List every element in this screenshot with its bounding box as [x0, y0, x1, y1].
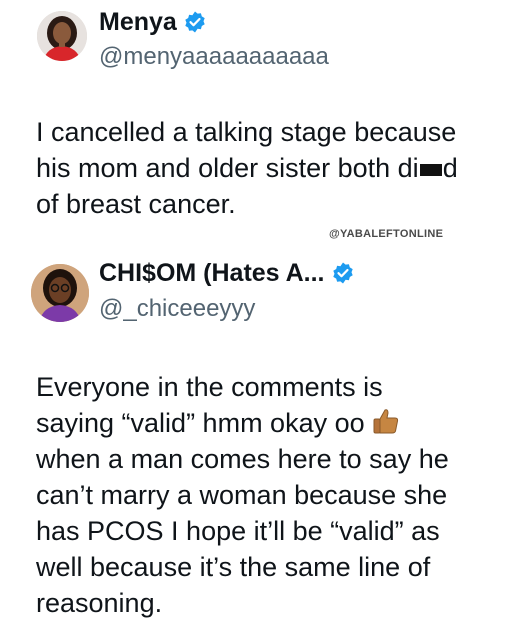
tweet-menya: Menya @menyaaaaaaaaaaa I cancelled a tal…: [0, 0, 511, 228]
tweet-text-line: Everyone in the comments is: [36, 372, 383, 402]
thumbs-up-icon: [371, 406, 401, 436]
avatar-woman-red-top-icon: [37, 11, 87, 61]
redaction-mark: [419, 163, 442, 176]
tweet-text-line: when a man comes here to say he: [36, 444, 449, 474]
name-row: Menya: [99, 5, 207, 39]
tweet-text-line: has PCOS I hope it’ll be “valid” as: [36, 516, 440, 546]
tweet-text-fragment: d: [442, 153, 458, 183]
handle[interactable]: @_chiceeeyyy: [99, 294, 255, 324]
handle[interactable]: @menyaaaaaaaaaaa: [99, 42, 329, 72]
display-name[interactable]: Menya: [99, 5, 177, 39]
tweet-chisom: CHI$OM (Hates A... @_chiceeeyyy Everyone…: [0, 248, 511, 640]
tweet-text-line: well because it’s the same line of: [36, 552, 431, 582]
tweet-text-line: saying “valid” hmm okay oo: [36, 405, 476, 441]
tweet-text-line: of breast cancer.: [36, 189, 236, 219]
tweet-text-fragment: saying “valid” hmm okay oo: [36, 408, 365, 438]
tweet-text: I cancelled a talking stage because his …: [36, 114, 496, 222]
verified-badge-icon: [331, 261, 355, 285]
tweet-text-line: his mom and older sister both di d: [36, 150, 496, 186]
watermark: @YABALEFTONLINE: [329, 228, 444, 240]
tweet-text-line: I cancelled a talking stage because: [36, 117, 457, 147]
avatar-woman-glasses-icon: [31, 264, 89, 322]
tweet-text-line: can’t marry a woman because she: [36, 480, 448, 510]
tweet-text-line: reasoning.: [36, 588, 163, 618]
name-row: CHI$OM (Hates A...: [99, 256, 355, 290]
display-name[interactable]: CHI$OM (Hates A...: [99, 256, 325, 290]
avatar[interactable]: [31, 264, 89, 322]
avatar[interactable]: [37, 11, 87, 61]
tweet-text-fragment: his mom and older sister both di: [36, 153, 419, 183]
verified-badge-icon: [183, 10, 207, 34]
tweet-text: Everyone in the comments is saying “vali…: [36, 369, 476, 621]
